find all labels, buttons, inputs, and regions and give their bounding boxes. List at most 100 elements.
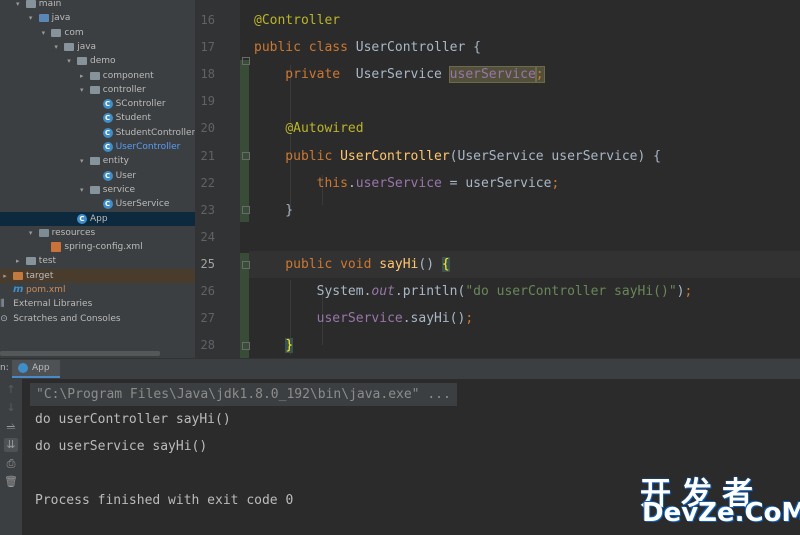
- tree-item[interactable]: ▸⫼External Libraries: [0, 297, 195, 311]
- line-number[interactable]: 28: [195, 338, 215, 352]
- fold-marker-icon[interactable]: [242, 57, 250, 65]
- tree-item[interactable]: ▾ java: [0, 11, 195, 25]
- code-token: ;: [684, 284, 693, 299]
- code-line[interactable]: public UserController(UserService userSe…: [254, 148, 661, 166]
- chevron-down-icon[interactable]: ▾: [27, 11, 35, 25]
- console-line: Process finished with exit code 0: [35, 493, 294, 508]
- tree-item[interactable]: C StudentController: [0, 126, 195, 140]
- run-tab-label: App: [32, 363, 50, 373]
- code-line[interactable]: this.userService = userService;: [254, 175, 560, 193]
- tree-item[interactable]: C App: [0, 211, 195, 226]
- code-line[interactable]: @Controller: [254, 12, 340, 30]
- tree-item-label: test: [38, 256, 57, 267]
- code-token: out: [371, 284, 395, 299]
- fold-marker-icon[interactable]: [242, 152, 250, 160]
- chevron-down-icon[interactable]: ▾: [39, 26, 47, 40]
- tree-item[interactable]: ▾ resources: [0, 226, 195, 240]
- code-token: .println(: [394, 284, 466, 299]
- watermark-logo: 开发者 DevZe.CoM: [640, 468, 800, 530]
- tree-item[interactable]: ▾ com: [0, 26, 195, 40]
- arrow-down-icon[interactable]: ↓: [4, 401, 18, 415]
- run-panel-header: [0, 358, 800, 379]
- code-line[interactable]: }: [254, 202, 293, 220]
- line-number[interactable]: 17: [195, 40, 215, 54]
- trash-icon[interactable]: 🗑: [4, 475, 18, 489]
- code-line[interactable]: public void sayHi() {: [254, 256, 450, 274]
- tree-item[interactable]: ▸ target: [0, 268, 195, 283]
- class-icon: C: [102, 142, 113, 152]
- vcs-change-marker[interactable]: [240, 60, 249, 222]
- chevron-down-icon[interactable]: ▾: [52, 40, 60, 54]
- code-line[interactable]: @Autowired: [254, 120, 363, 138]
- tree-item[interactable]: C UserController: [0, 140, 195, 154]
- tree-item[interactable]: ▸ component: [0, 69, 195, 83]
- line-number[interactable]: 16: [195, 13, 215, 27]
- fold-marker-icon[interactable]: [242, 206, 250, 214]
- code-token: this: [316, 175, 348, 191]
- tree-item-label: App: [90, 213, 108, 224]
- arrow-up-icon[interactable]: ↑: [4, 383, 18, 397]
- tree-item[interactable]: ▾ demo: [0, 54, 195, 68]
- line-number[interactable]: 22: [195, 176, 215, 190]
- tree-item[interactable]: ▾ controller: [0, 83, 195, 97]
- tree-item-label: spring-config.xml: [64, 242, 143, 253]
- code-token: public class: [254, 40, 356, 56]
- code-line[interactable]: System.out.println("do userController sa…: [254, 283, 693, 301]
- tree-item[interactable]: ▸⊙Scratches and Consoles: [0, 312, 195, 326]
- tree-item[interactable]: spring-config.xml: [0, 240, 195, 254]
- tree-scrollbar[interactable]: [0, 351, 160, 356]
- line-number[interactable]: 19: [195, 94, 215, 108]
- line-number[interactable]: 21: [195, 149, 215, 163]
- chevron-down-icon[interactable]: ▾: [65, 54, 73, 68]
- fold-marker-icon[interactable]: [242, 261, 250, 269]
- tree-item-label: target: [26, 270, 54, 281]
- line-number[interactable]: 25: [195, 257, 215, 271]
- line-number[interactable]: 24: [195, 230, 215, 244]
- chevron-right-icon[interactable]: ▸: [78, 69, 86, 83]
- code-line[interactable]: public class UserController {: [254, 39, 481, 57]
- code-token: userService: [316, 311, 403, 327]
- tree-item[interactable]: ▾ main: [0, 0, 195, 11]
- code-line[interactable]: }: [254, 337, 294, 355]
- class-icon: C: [102, 199, 113, 210]
- line-number[interactable]: 18: [195, 67, 215, 81]
- code-line[interactable]: private UserService userService;: [254, 66, 545, 84]
- chevron-down-icon[interactable]: ▾: [78, 183, 86, 197]
- line-number[interactable]: 20: [195, 121, 215, 135]
- tree-item[interactable]: C SController: [0, 97, 195, 111]
- soft-wrap-icon[interactable]: ⥬: [4, 420, 18, 434]
- chevron-right-icon[interactable]: ▸: [1, 269, 9, 283]
- tree-item-label: UserService: [115, 199, 170, 210]
- chevron-down-icon[interactable]: ▾: [78, 154, 86, 168]
- code-token: (UserService userService) {: [449, 148, 661, 164]
- line-number[interactable]: 26: [195, 284, 215, 298]
- tree-item-label: External Libraries: [13, 299, 93, 310]
- chevron-down-icon[interactable]: ▾: [14, 0, 22, 11]
- tree-item-label: controller: [102, 84, 146, 95]
- tree-item[interactable]: ▾ entity: [0, 154, 195, 168]
- code-token: UserService: [355, 67, 450, 83]
- line-number[interactable]: 23: [195, 203, 215, 217]
- project-tree[interactable]: ▾ main ▾ java ▾ com ▾ java ▾ demo ▸ component ▾ contr…: [0, 0, 195, 358]
- chevron-down-icon[interactable]: ▾: [27, 226, 35, 240]
- code-token: }: [254, 202, 294, 218]
- console-command-line[interactable]: "C:\Program Files\Java\jdk1.8.0_192\bin\…: [30, 383, 457, 406]
- tree-item[interactable]: C User: [0, 169, 195, 183]
- line-number[interactable]: 27: [195, 311, 215, 325]
- tree-item-label: java: [77, 41, 97, 52]
- tree-item[interactable]: ▾ service: [0, 183, 195, 197]
- tree-item[interactable]: m pom.xml: [0, 283, 195, 297]
- run-tab-app[interactable]: App: [12, 360, 60, 378]
- tree-item[interactable]: C UserService: [0, 197, 195, 211]
- class-icon: C: [77, 213, 87, 224]
- tree-item[interactable]: C Student: [0, 111, 195, 125]
- code-line[interactable]: userService.sayHi();: [254, 310, 474, 328]
- tree-item[interactable]: ▾ java: [0, 40, 195, 54]
- tree-item[interactable]: ▸ test: [0, 254, 195, 268]
- code-token: }: [285, 338, 294, 354]
- fold-marker-icon[interactable]: [242, 342, 250, 350]
- scroll-to-end-icon[interactable]: ⇊: [4, 438, 18, 452]
- chevron-down-icon[interactable]: ▾: [78, 83, 86, 97]
- print-icon[interactable]: ⎙: [4, 457, 18, 471]
- chevron-right-icon[interactable]: ▸: [14, 254, 22, 268]
